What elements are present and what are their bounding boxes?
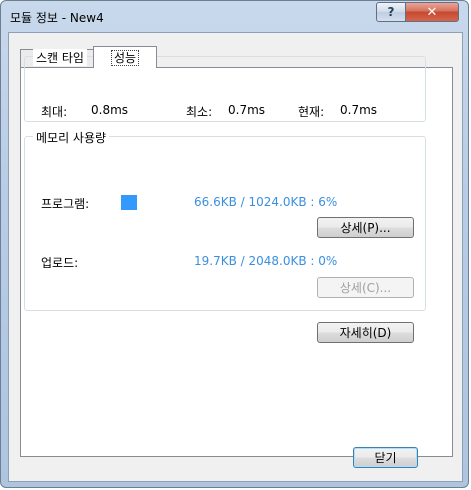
scan-current-value: 0.7ms [340,103,378,117]
tab-performance-label: 성능 [110,49,140,66]
upload-label: 업로드: [41,256,79,270]
module-info-window: 모듈 정보 - New4 ? ✕ 모듈 정보 성능 스캔 타임 최대: 0.8m… [0,0,469,488]
title-bar[interactable]: 모듈 정보 - New4 ? ✕ [1,1,468,31]
scan-max-value: 0.8ms [91,103,129,117]
scan-time-legend: 스캔 타임 [33,49,87,66]
tab-performance[interactable]: 성능 [93,46,157,68]
close-dialog-button[interactable]: 닫기 [353,447,418,468]
scan-max-label: 최대: [41,105,68,119]
help-button[interactable]: ? [376,2,406,22]
memory-usage-legend: 메모리 사용량 [33,129,110,146]
scan-current-label: 현재: [298,105,325,119]
program-usage-text: 66.6KB / 1024.0KB : 6% [194,195,338,209]
window-close-button[interactable]: ✕ [405,2,459,22]
program-detail-button[interactable]: 상세(P)... [317,217,414,238]
upload-detail-button[interactable]: 상세(C)... [317,277,414,298]
scan-min-value: 0.7ms [228,103,266,117]
program-usage-indicator [121,195,137,210]
program-label: 프로그램: [41,197,90,211]
scan-min-label: 최소: [186,105,213,119]
upload-usage-text: 19.7KB / 2048.0KB : 0% [194,254,338,268]
window-title: 모듈 정보 - New4 [10,11,104,25]
details-button[interactable]: 자세히(D) [317,322,414,343]
